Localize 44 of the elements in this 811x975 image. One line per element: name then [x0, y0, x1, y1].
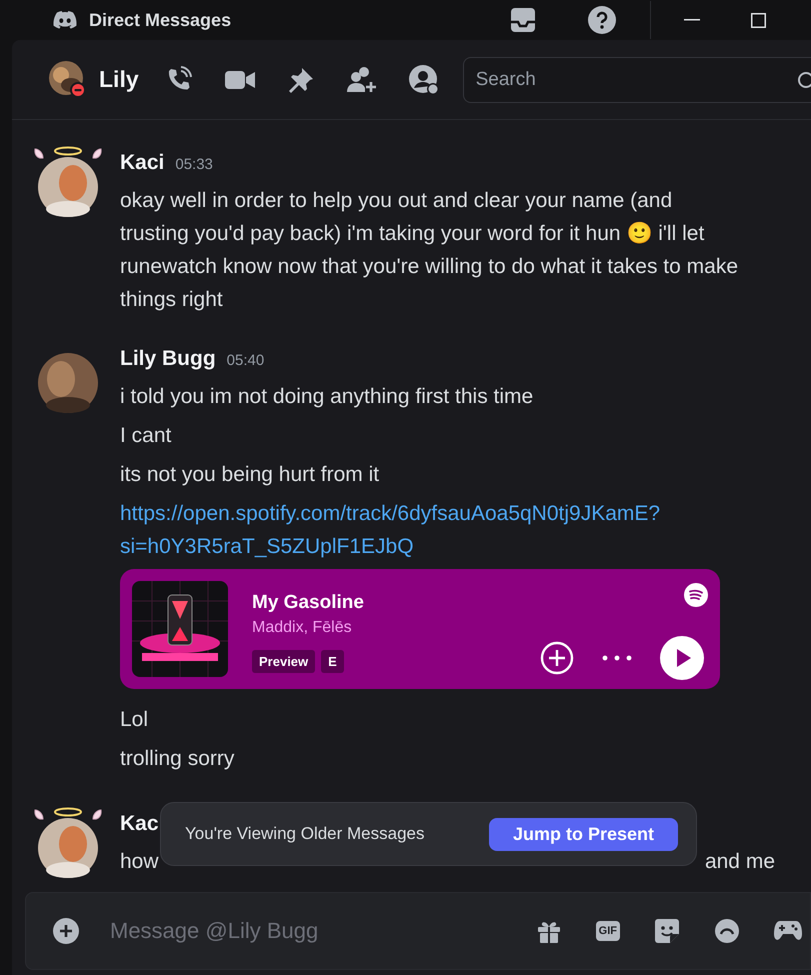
- avatar[interactable]: [49, 60, 87, 98]
- tag: E: [321, 650, 344, 672]
- sticker-icon[interactable]: [654, 918, 680, 944]
- message-text: and me: [704, 849, 775, 875]
- window-title: Direct Messages: [89, 10, 232, 30]
- add-icon[interactable]: [540, 641, 574, 675]
- inbox-icon[interactable]: [510, 7, 536, 33]
- add-icon[interactable]: [53, 918, 79, 944]
- search-icon[interactable]: [797, 70, 811, 88]
- message-text: i told you im not doing anything first this time: [120, 384, 534, 410]
- video-camera-icon[interactable]: [224, 68, 255, 90]
- user-profile-icon[interactable]: [408, 64, 439, 94]
- more-icon[interactable]: [602, 655, 632, 661]
- notice-text: You're Viewing Older Messages: [185, 824, 424, 844]
- author-name[interactable]: Kac: [120, 812, 159, 836]
- minimize-icon[interactable]: [684, 19, 700, 21]
- author-name[interactable]: Lily Bugg: [120, 347, 216, 371]
- message-text: how: [120, 849, 159, 875]
- spotify-logo-icon[interactable]: [684, 583, 708, 607]
- help-icon[interactable]: [588, 6, 616, 34]
- emoji-icon[interactable]: [714, 918, 740, 944]
- message-field[interactable]: Message @Lily Bugg: [108, 917, 536, 945]
- gamepad-icon[interactable]: [774, 920, 802, 942]
- timestamp: 05:40: [226, 352, 264, 369]
- discord-logo-icon: [53, 11, 77, 29]
- jump-button[interactable]: Jump to Present: [488, 818, 678, 850]
- user-name: Lily: [99, 66, 139, 93]
- message-text: I cant: [120, 423, 172, 449]
- message-text: Lol: [120, 707, 150, 733]
- play-icon[interactable]: [660, 636, 704, 680]
- pin-icon[interactable]: [286, 66, 315, 94]
- gif-button[interactable]: GIF: [596, 921, 620, 941]
- add-friend-icon[interactable]: [346, 66, 377, 94]
- link[interactable]: https://open.spotify.com/track/6dyfsauAoa5qN0tj9JKamE?si=h0Y3R5raT_S5ZUplF1EJbQ: [120, 497, 735, 563]
- track-title[interactable]: My Gasoline: [252, 592, 364, 614]
- author-name[interactable]: Kaci: [120, 151, 164, 175]
- track-artists[interactable]: Maddix, Fēlēs: [252, 618, 364, 636]
- maximize-icon[interactable]: [751, 12, 766, 28]
- message-text: okay well in order to help you out and clear your name (and trusting you'd pay back) i'm taking your word for it hun 🙂 i'll let runewatch know now that you're willing to do what it takes to make things right: [120, 188, 739, 313]
- search-field[interactable]: Search: [462, 56, 811, 102]
- message-text: its not you being hurt from it: [120, 462, 380, 488]
- timestamp: 05:33: [175, 156, 213, 173]
- tag: Preview: [252, 650, 316, 672]
- message-text: trolling sorry: [120, 746, 236, 772]
